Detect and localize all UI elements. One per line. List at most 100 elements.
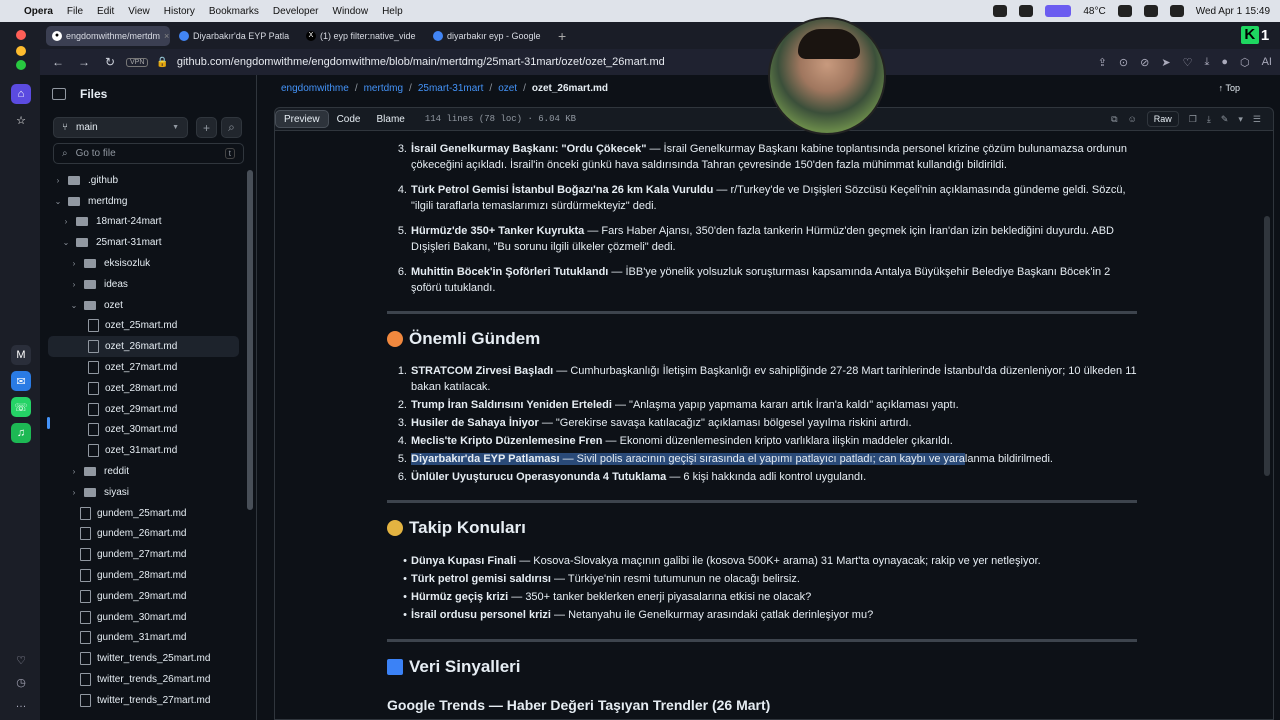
- add-file-button[interactable]: +: [196, 117, 217, 138]
- tab-blame[interactable]: Blame: [368, 110, 412, 128]
- go-to-file-input[interactable]: ⌕ Go to file t: [53, 143, 244, 164]
- status-icon[interactable]: [1117, 5, 1132, 17]
- menu-help[interactable]: Help: [382, 6, 403, 17]
- menu-file[interactable]: File: [67, 6, 83, 17]
- tab-preview[interactable]: Preview: [275, 110, 329, 128]
- bot-icon[interactable]: ☺: [1128, 114, 1137, 124]
- send-icon[interactable]: ➤: [1161, 56, 1170, 69]
- gmail-icon[interactable]: M: [11, 345, 31, 365]
- tree-file[interactable]: ozet_29mart.md: [48, 399, 239, 420]
- top-link[interactable]: ↑ Top: [1219, 83, 1240, 93]
- status-icon[interactable]: [993, 5, 1008, 17]
- tree-file[interactable]: twitter_trends_25mart.md: [48, 648, 239, 669]
- menu-app-name[interactable]: Opera: [24, 6, 53, 17]
- tree-folder[interactable]: ⌄ 25mart-31mart: [48, 232, 239, 253]
- back-icon[interactable]: ←: [50, 55, 66, 69]
- home-icon[interactable]: ⌂: [11, 84, 31, 104]
- menu-edit[interactable]: Edit: [97, 6, 114, 17]
- url-field[interactable]: github.com/engdomwithme/engdomwithme/blo…: [177, 56, 665, 68]
- download-icon[interactable]: ⤓: [1204, 56, 1209, 69]
- forward-icon[interactable]: →: [76, 55, 92, 69]
- tree-file[interactable]: twitter_trends_26mart.md: [48, 669, 239, 690]
- file-tree-panel: Files ⑂ main ▼ + ⌕ ⌕ Go to file t › .gith…: [40, 75, 257, 720]
- tree-file[interactable]: ozet_31mart.md: [48, 440, 239, 461]
- search-button[interactable]: ⌕: [221, 117, 242, 138]
- menu-developer[interactable]: Developer: [273, 6, 319, 17]
- tree-folder[interactable]: › reddit: [48, 461, 239, 482]
- messenger-icon[interactable]: ✉: [11, 371, 31, 391]
- tree-file[interactable]: gundem_26mart.md: [48, 524, 239, 545]
- tree-file[interactable]: ozet_30mart.md: [48, 420, 239, 441]
- menu-history[interactable]: History: [164, 6, 195, 17]
- close-window-button[interactable]: [16, 30, 26, 40]
- tree-folder[interactable]: › eksisozluk: [48, 253, 239, 274]
- menu-view[interactable]: View: [128, 6, 150, 17]
- more-icon[interactable]: …: [11, 694, 31, 714]
- whatsapp-icon[interactable]: ☏: [11, 397, 31, 417]
- tree-file[interactable]: ozet_26mart.md: [48, 336, 239, 358]
- tree-folder[interactable]: › ideas: [48, 274, 239, 295]
- tree-file[interactable]: twitter_trends_27mart.md: [48, 690, 239, 711]
- close-tab-icon[interactable]: ×: [164, 31, 169, 41]
- edit-icon[interactable]: ✎: [1221, 114, 1229, 125]
- tree-file[interactable]: ozet_27mart.md: [48, 357, 239, 378]
- outline-icon[interactable]: ☰: [1253, 114, 1261, 125]
- camera-icon[interactable]: ⊙: [1119, 56, 1128, 69]
- tree-file[interactable]: gundem_28mart.md: [48, 565, 239, 586]
- menu-bookmarks[interactable]: Bookmarks: [209, 6, 259, 17]
- status-icon[interactable]: [1019, 5, 1034, 17]
- download-icon[interactable]: ⤓: [1207, 114, 1211, 125]
- tree-file[interactable]: gundem_31mart.md: [48, 628, 239, 649]
- branch-selector[interactable]: ⑂ main ▼: [53, 117, 188, 138]
- tab-news[interactable]: Diyarbakır'da EYP Patla: [173, 26, 297, 46]
- raw-button[interactable]: Raw: [1146, 111, 1179, 127]
- copy-icon[interactable]: ❐: [1189, 114, 1197, 125]
- control-center-icon[interactable]: [1169, 5, 1184, 17]
- tab-x[interactable]: X (1) eyp filter:native_vide: [300, 26, 424, 46]
- share-icon[interactable]: ⇪: [1098, 56, 1107, 69]
- profile-icon[interactable]: ●: [1221, 56, 1228, 69]
- minimize-window-button[interactable]: [16, 46, 26, 56]
- tree-scrollbar[interactable]: [247, 170, 253, 510]
- breadcrumb-item[interactable]: mertdmg: [364, 83, 403, 94]
- aria-ai-button[interactable]: AI: [1262, 56, 1272, 69]
- tab-google[interactable]: diyarbakır eyp - Google: [427, 26, 551, 46]
- tree-folder[interactable]: ⌄ ozet: [48, 295, 239, 316]
- menubar-clock[interactable]: Wed Apr 1 15:49: [1196, 6, 1270, 17]
- menu-window[interactable]: Window: [333, 6, 369, 17]
- heart-icon[interactable]: ♡: [1183, 56, 1193, 69]
- reload-icon[interactable]: ↻: [102, 55, 118, 69]
- moon-icon[interactable]: [1143, 5, 1158, 17]
- tree-file[interactable]: gundem_29mart.md: [48, 586, 239, 607]
- breadcrumb-item[interactable]: ozet: [498, 83, 517, 94]
- tree-file[interactable]: gundem_30mart.md: [48, 607, 239, 628]
- tree-folder[interactable]: ⌄ mertdmg: [48, 191, 239, 212]
- zoom-window-button[interactable]: [16, 60, 26, 70]
- tab-github[interactable]: ● engdomwithme/mertdm ×: [46, 25, 170, 46]
- tree-folder[interactable]: › 18mart-24mart: [48, 212, 239, 233]
- breadcrumb-item[interactable]: engdomwithme: [281, 83, 349, 94]
- copilot-icon[interactable]: ⧉: [1111, 114, 1117, 125]
- page-scrollbar[interactable]: [1264, 216, 1270, 476]
- tab-code[interactable]: Code: [329, 110, 369, 128]
- collapse-panel-icon[interactable]: [52, 88, 66, 100]
- tree-folder[interactable]: › .github: [48, 170, 239, 191]
- vpn-badge[interactable]: VPN: [126, 57, 149, 67]
- heart-icon[interactable]: ♡: [11, 650, 31, 670]
- history-icon[interactable]: ◷: [11, 672, 31, 692]
- breadcrumb-item[interactable]: 25mart-31mart: [418, 83, 484, 94]
- tree-file[interactable]: ozet_25mart.md: [48, 316, 239, 337]
- new-tab-icon[interactable]: +: [558, 28, 566, 44]
- tree-file[interactable]: ozet_28mart.md: [48, 378, 239, 399]
- star-icon[interactable]: ☆: [11, 110, 31, 130]
- spotify-icon[interactable]: ♫: [11, 423, 31, 443]
- tree-file[interactable]: gundem_25mart.md: [48, 503, 239, 524]
- extensions-icon[interactable]: ⬡: [1240, 56, 1250, 69]
- status-icon-selected[interactable]: [1045, 5, 1072, 17]
- tree-folder[interactable]: › siyasi: [48, 482, 239, 503]
- temperature-readout[interactable]: 48°C: [1083, 6, 1105, 17]
- tree-file[interactable]: gundem_27mart.md: [48, 544, 239, 565]
- chevron-down-icon[interactable]: ▾: [1238, 114, 1243, 125]
- adblock-icon[interactable]: ⊘: [1140, 56, 1149, 69]
- lock-icon[interactable]: 🔒: [156, 57, 168, 68]
